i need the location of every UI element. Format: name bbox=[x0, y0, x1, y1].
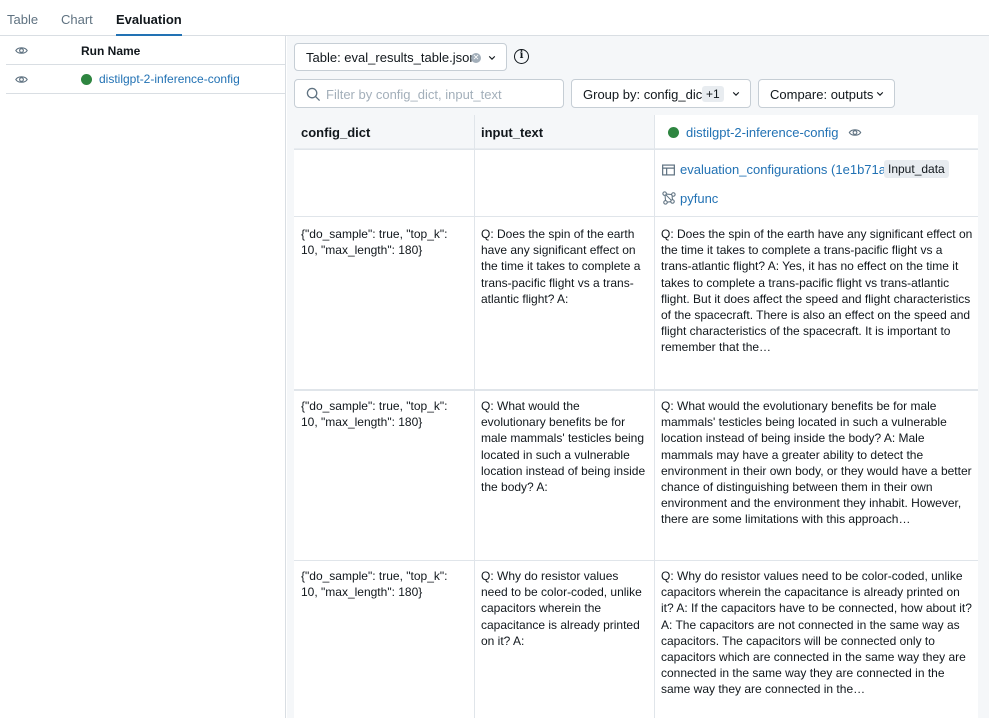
group-by-button[interactable]: Group by: config_dict +1 bbox=[571, 79, 751, 108]
dataset-link[interactable]: evaluation_configurations (1e1b71aa) bbox=[680, 162, 898, 177]
tab-evaluation[interactable]: Evaluation bbox=[116, 11, 182, 36]
run-name-link[interactable]: distilgpt-2-inference-config bbox=[99, 72, 240, 86]
eye-icon[interactable] bbox=[15, 73, 28, 86]
model-link[interactable]: pyfunc bbox=[680, 191, 718, 206]
config-dict-cell[interactable]: {"do_sample": true, "top_k": 10, "max_le… bbox=[301, 398, 467, 553]
filter-input[interactable] bbox=[326, 85, 556, 103]
column-header-config-dict[interactable]: config_dict bbox=[294, 115, 474, 149]
runs-header: Run Name bbox=[6, 36, 286, 65]
chevron-down-icon bbox=[732, 92, 740, 96]
column-divider bbox=[474, 115, 475, 718]
output-run-link[interactable]: distilgpt-2-inference-config bbox=[686, 125, 838, 140]
output-metadata: evaluation_configurations (1e1b71aa) Inp… bbox=[654, 150, 978, 216]
compare-label: Compare: outputs bbox=[770, 87, 874, 102]
runs-panel: Run Name distilgpt-2-inference-config bbox=[6, 36, 286, 718]
dataset-context-tag: Input_data bbox=[884, 160, 949, 178]
column-header-input-text[interactable]: input_text bbox=[474, 115, 654, 149]
run-color-dot bbox=[81, 74, 92, 85]
chevron-down-icon bbox=[876, 92, 884, 96]
output-cell[interactable]: Q: Does the spin of the earth have any s… bbox=[661, 226, 974, 356]
table-select[interactable]: Table: eval_results_table.json ✕ bbox=[294, 43, 507, 71]
group-by-count-badge: +1 bbox=[702, 86, 724, 102]
clear-icon[interactable]: ✕ bbox=[471, 53, 481, 63]
tab-table[interactable]: Table bbox=[7, 11, 38, 28]
filter-search bbox=[294, 79, 564, 108]
group-by-label: Group by: config_dict bbox=[583, 87, 706, 102]
column-divider bbox=[654, 115, 655, 718]
row-divider bbox=[294, 389, 978, 391]
row-divider bbox=[294, 149, 978, 150]
input-text-cell[interactable]: Q: Does the spin of the earth have any s… bbox=[481, 226, 647, 381]
row-divider bbox=[294, 216, 978, 217]
row-divider bbox=[294, 560, 978, 561]
compare-button[interactable]: Compare: outputs bbox=[758, 79, 895, 108]
info-icon[interactable]: i bbox=[514, 49, 529, 64]
input-text-cell[interactable]: Q: What would the evolutionary benefits … bbox=[481, 398, 647, 553]
tab-chart[interactable]: Chart bbox=[61, 11, 93, 28]
search-icon bbox=[306, 87, 321, 102]
run-name-column-header[interactable]: Run Name bbox=[81, 44, 140, 58]
chevron-down-icon bbox=[488, 56, 496, 60]
table-icon bbox=[662, 164, 675, 176]
output-cell[interactable]: Q: Why do resistor values need to be col… bbox=[661, 568, 974, 698]
evaluation-panel: Table: eval_results_table.json ✕ i Group… bbox=[287, 36, 989, 718]
config-dict-cell[interactable]: {"do_sample": true, "top_k": 10, "max_le… bbox=[301, 226, 467, 381]
model-icon bbox=[662, 191, 676, 205]
table-select-value: Table: eval_results_table.json bbox=[306, 50, 477, 65]
eye-icon[interactable] bbox=[15, 44, 28, 57]
output-cell[interactable]: Q: What would the evolutionary benefits … bbox=[661, 398, 974, 528]
view-tabs: Table Chart Evaluation bbox=[0, 0, 989, 36]
eye-icon[interactable] bbox=[848, 126, 862, 139]
run-row[interactable]: distilgpt-2-inference-config bbox=[6, 65, 286, 94]
config-dict-cell[interactable]: {"do_sample": true, "top_k": 10, "max_le… bbox=[301, 568, 467, 713]
run-color-dot bbox=[668, 127, 679, 138]
evaluation-table: config_dict input_text distilgpt-2-infer… bbox=[294, 115, 978, 718]
input-text-cell[interactable]: Q: Why do resistor values need to be col… bbox=[481, 568, 647, 713]
